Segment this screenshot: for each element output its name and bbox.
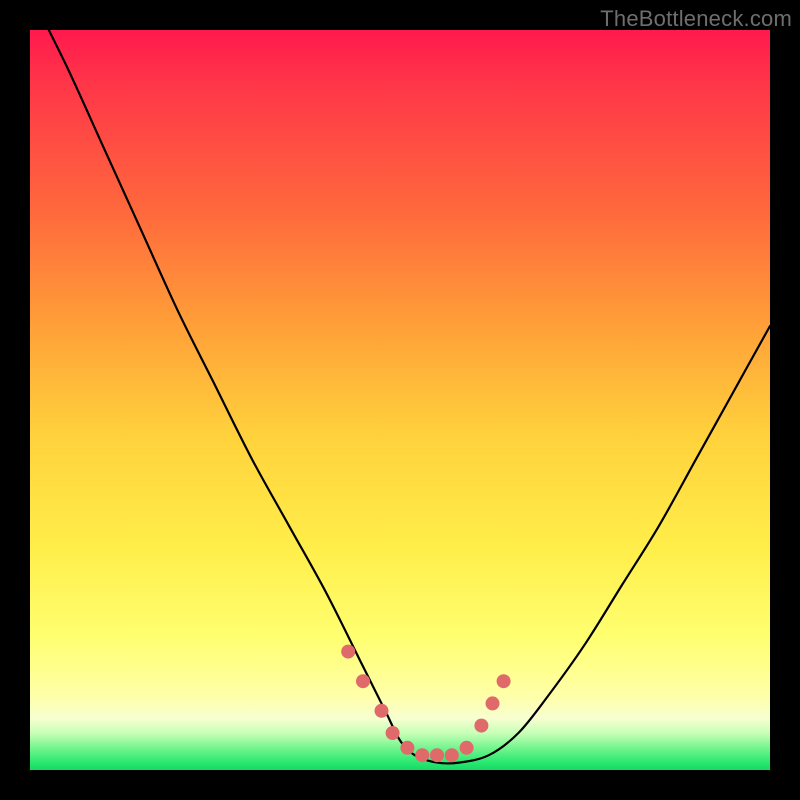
chart-frame: TheBottleneck.com xyxy=(0,0,800,800)
curve-marker xyxy=(415,748,429,762)
curve-svg xyxy=(30,30,770,770)
curve-marker xyxy=(460,741,474,755)
plot-area xyxy=(30,30,770,770)
curve-marker xyxy=(356,674,370,688)
curve-marker xyxy=(386,726,400,740)
curve-marker xyxy=(400,741,414,755)
bottleneck-curve xyxy=(30,30,770,764)
curve-marker xyxy=(474,719,488,733)
curve-marker xyxy=(445,748,459,762)
watermark-text: TheBottleneck.com xyxy=(600,6,792,32)
marker-group xyxy=(341,645,510,763)
curve-marker xyxy=(497,674,511,688)
curve-marker xyxy=(375,704,389,718)
curve-marker xyxy=(486,696,500,710)
curve-marker xyxy=(430,748,444,762)
curve-marker xyxy=(341,645,355,659)
